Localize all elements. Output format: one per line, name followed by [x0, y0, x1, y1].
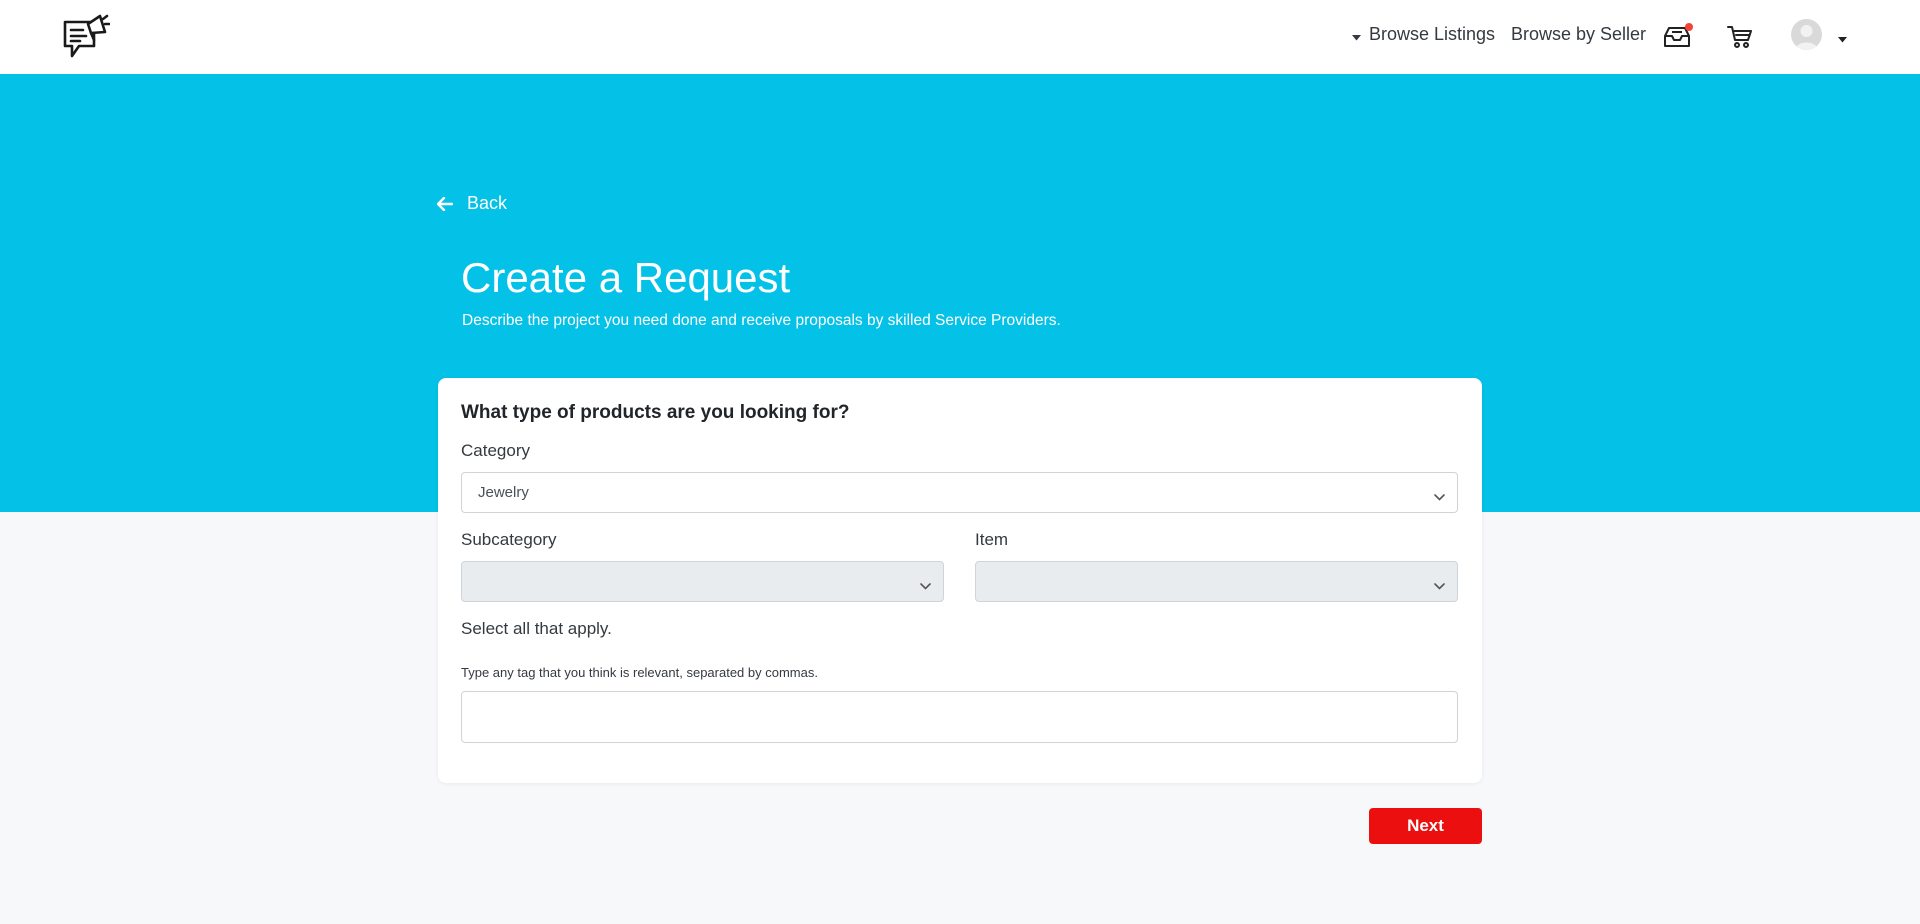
- user-avatar-icon[interactable]: [1791, 19, 1822, 50]
- page-title: Create a Request: [461, 254, 791, 301]
- category-select[interactable]: Jewelry: [461, 472, 1458, 513]
- inbox-tray-icon[interactable]: [1662, 22, 1693, 50]
- select-all-hint: Select all that apply.: [461, 619, 612, 638]
- subcategory-select[interactable]: [461, 561, 944, 602]
- category-selected-value: Jewelry: [478, 484, 529, 501]
- subcategory-label: Subcategory: [461, 530, 557, 549]
- item-select[interactable]: [975, 561, 1458, 602]
- chevron-down-icon: [920, 577, 931, 595]
- top-navbar: Browse Listings Browse by Seller: [0, 0, 1920, 74]
- page-subtitle: Describe the project you need done and r…: [462, 312, 1061, 329]
- arrow-left-icon: [437, 196, 453, 211]
- form-question: What type of products are you looking fo…: [461, 402, 850, 423]
- account-caret-down-icon[interactable]: [1838, 30, 1847, 48]
- browse-listings-label: Browse Listings: [1369, 24, 1496, 44]
- tags-hint: Type any tag that you think is relevant,…: [461, 665, 818, 680]
- shopping-cart-icon[interactable]: [1725, 22, 1755, 50]
- category-label: Category: [461, 441, 530, 460]
- back-link[interactable]: Back: [437, 193, 507, 214]
- tags-input[interactable]: [461, 691, 1458, 743]
- chevron-down-icon: [1434, 577, 1445, 595]
- notification-dot: [1685, 23, 1693, 31]
- browse-listings-dropdown[interactable]: Browse Listings: [1352, 24, 1495, 46]
- request-form-card: What type of products are you looking fo…: [438, 378, 1482, 783]
- chevron-down-icon: [1434, 488, 1445, 506]
- next-button[interactable]: Next: [1369, 808, 1482, 844]
- item-label: Item: [975, 530, 1009, 549]
- back-label: Back: [467, 193, 508, 213]
- caret-down-icon: [1352, 25, 1361, 46]
- browse-by-seller-link[interactable]: Browse by Seller: [1511, 24, 1646, 45]
- megaphone-chat-icon[interactable]: [60, 10, 111, 64]
